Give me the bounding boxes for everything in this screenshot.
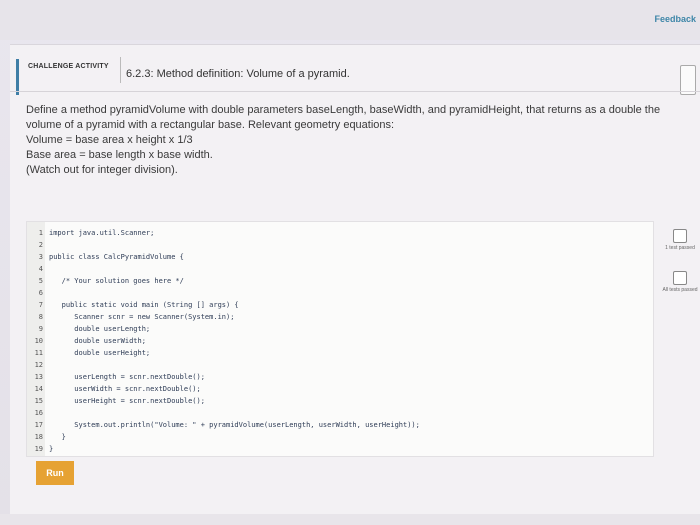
- test-status-label: 1 test passed: [665, 245, 695, 251]
- line-number: 13: [34, 373, 43, 381]
- code-text: /* Your solution goes here */: [49, 277, 184, 285]
- code-text: System.out.println("Volume: " + pyramidV…: [49, 421, 420, 429]
- run-button[interactable]: Run: [36, 461, 74, 485]
- feedback-link[interactable]: Feedback: [654, 14, 696, 24]
- code-text: double userHeight;: [49, 349, 151, 357]
- code-text: userLength = scnr.nextDouble();: [49, 373, 205, 381]
- problem-description: Define a method pyramidVolume with doubl…: [26, 103, 686, 178]
- line-number: 8: [38, 313, 43, 321]
- activity-title: 6.2.3: Method definition: Volume of a py…: [126, 68, 350, 80]
- code-line[interactable]: 13 userLength = scnr.nextDouble();: [27, 372, 205, 382]
- code-text: userHeight = scnr.nextDouble();: [49, 397, 205, 405]
- line-number: 16: [34, 409, 43, 417]
- code-line[interactable]: 16: [27, 408, 49, 418]
- code-line[interactable]: 19}: [27, 444, 54, 454]
- line-number: 1: [38, 229, 43, 237]
- line-number: 4: [38, 265, 43, 273]
- code-line[interactable]: 9 double userLength;: [27, 324, 150, 334]
- code-text: }: [49, 445, 54, 453]
- description-line: (Watch out for integer division).: [26, 164, 178, 176]
- code-line[interactable]: 11 double userHeight;: [27, 348, 151, 358]
- line-number: 3: [38, 253, 43, 261]
- code-line[interactable]: 15 userHeight = scnr.nextDouble();: [27, 396, 205, 406]
- description-line: Base area = base length x base width.: [26, 149, 213, 161]
- code-line[interactable]: 4: [27, 264, 49, 274]
- code-text: Scanner scnr = new Scanner(System.in);: [49, 313, 235, 321]
- code-line[interactable]: 2: [27, 240, 49, 250]
- code-text: double userLength;: [49, 325, 151, 333]
- line-number: 6: [38, 289, 43, 297]
- code-text: public class CalcPyramidVolume {: [49, 253, 184, 261]
- line-number: 14: [34, 385, 43, 393]
- code-text: double userWidth;: [49, 337, 146, 345]
- line-number: 18: [34, 433, 43, 441]
- description-line: volume of a pyramid with a rectangular b…: [26, 119, 395, 131]
- code-line[interactable]: 1 import java.util.Scanner;: [27, 228, 155, 238]
- accent-bar: [16, 59, 19, 95]
- code-editor[interactable]: 1 import java.util.Scanner; 2 3 public class…: [26, 221, 654, 457]
- code-line[interactable]: 7 public static void main (String [] arg…: [27, 300, 239, 310]
- line-number: 2: [38, 241, 43, 249]
- test-check-icon: [673, 271, 687, 285]
- line-number: 12: [34, 361, 43, 369]
- line-number: 5: [38, 277, 43, 285]
- line-number: 19: [34, 445, 43, 453]
- code-line[interactable]: 10 double userWidth;: [27, 336, 146, 346]
- test-status-2: All tests passed: [660, 271, 700, 293]
- test-check-icon: [673, 229, 687, 243]
- line-number: 15: [34, 397, 43, 405]
- test-status-1: 1 test passed: [660, 229, 700, 251]
- line-number: 7: [38, 301, 43, 309]
- code-text: import java.util.Scanner;: [49, 229, 155, 237]
- code-line[interactable]: 17 System.out.println("Volume: " + pyram…: [27, 420, 420, 430]
- page-footer: [0, 514, 700, 525]
- code-text: }: [49, 433, 66, 441]
- top-bar: Feedback: [0, 0, 700, 40]
- code-line[interactable]: 3 public class CalcPyramidVolume {: [27, 252, 184, 262]
- line-number: 11: [34, 349, 43, 357]
- header-divider: [120, 57, 121, 83]
- activity-badge: CHALLENGE ACTIVITY: [28, 63, 109, 70]
- activity-header: CHALLENGE ACTIVITY 6.2.3: Method definit…: [10, 51, 700, 101]
- code-text: userWidth = scnr.nextDouble();: [49, 385, 201, 393]
- description-line: Volume = base area x height x 1/3: [26, 134, 193, 146]
- line-number: 10: [34, 337, 43, 345]
- code-line[interactable]: 8 Scanner scnr = new Scanner(System.in);: [27, 312, 235, 322]
- code-text: public static void main (String [] args)…: [49, 301, 239, 309]
- challenge-card: CHALLENGE ACTIVITY 6.2.3: Method definit…: [10, 44, 700, 515]
- description-line: Define a method pyramidVolume with doubl…: [26, 104, 661, 116]
- line-number: 17: [34, 421, 43, 429]
- header-rule: [10, 91, 700, 92]
- code-line[interactable]: 12: [27, 360, 49, 370]
- code-line[interactable]: 5 /* Your solution goes here */: [27, 276, 184, 286]
- test-status-label: All tests passed: [662, 287, 698, 293]
- code-line[interactable]: 18 }: [27, 432, 66, 442]
- code-line[interactable]: 6: [27, 288, 49, 298]
- line-number: 9: [38, 325, 43, 333]
- code-line[interactable]: 14 userWidth = scnr.nextDouble();: [27, 384, 201, 394]
